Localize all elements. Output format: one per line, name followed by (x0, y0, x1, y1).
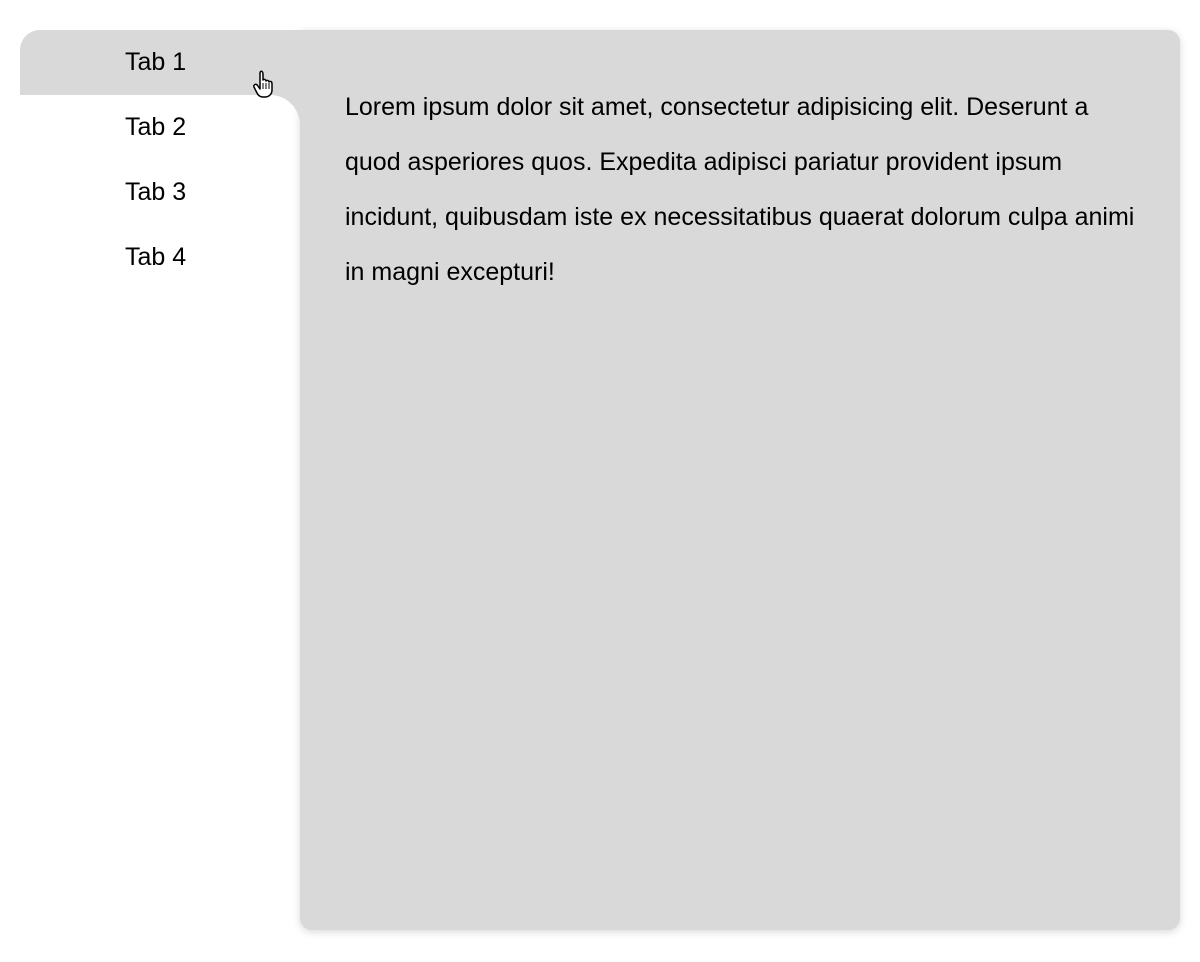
tab-list: Tab 1 Tab 2 Tab 3 Tab 4 (20, 30, 300, 930)
tab-4[interactable]: Tab 4 (20, 225, 300, 290)
tab-1[interactable]: Tab 1 (20, 30, 300, 95)
tab-content-text: Lorem ipsum dolor sit amet, consectetur … (345, 80, 1135, 300)
tab-container: Tab 1 Tab 2 Tab 3 Tab 4 Lorem ipsum dolo… (20, 30, 1180, 930)
tab-content-panel: Lorem ipsum dolor sit amet, consectetur … (300, 30, 1180, 930)
tab-3[interactable]: Tab 3 (20, 160, 300, 225)
tab-2[interactable]: Tab 2 (20, 95, 300, 160)
